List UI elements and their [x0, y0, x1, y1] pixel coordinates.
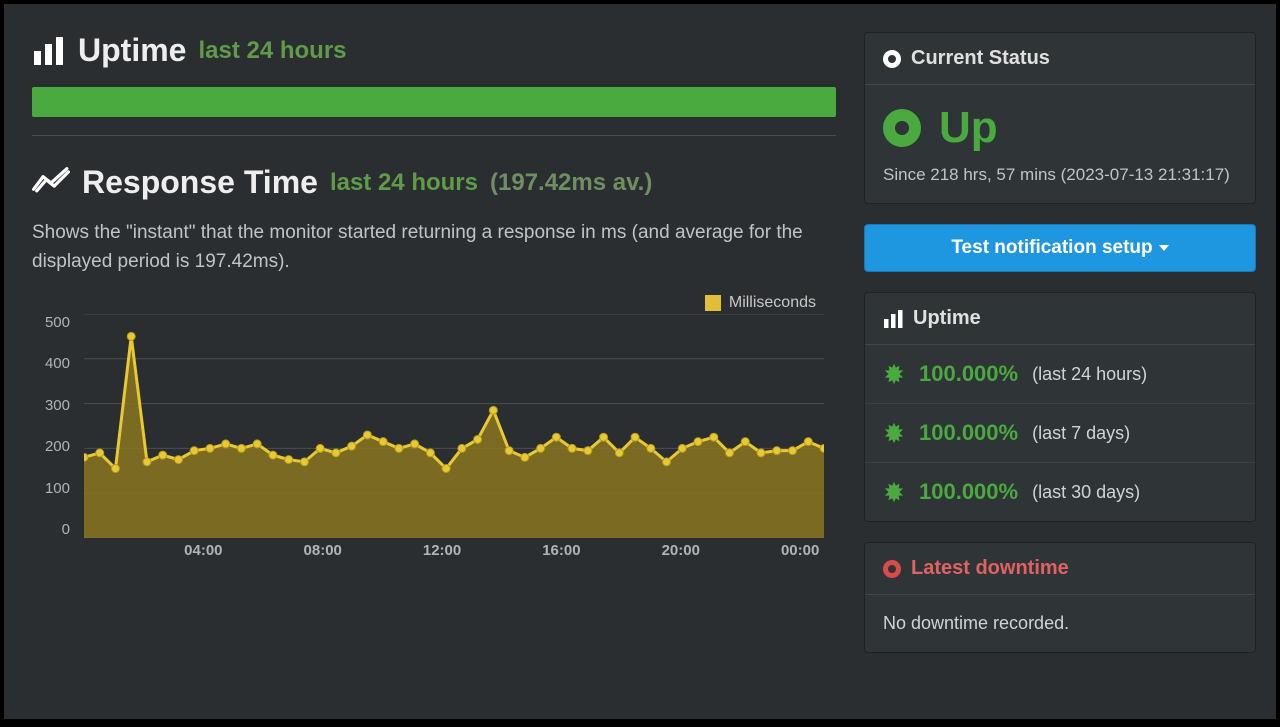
- downtime-panel: Latest downtime No downtime recorded.: [864, 542, 1256, 653]
- caret-down-icon: [1159, 245, 1169, 251]
- y-tick: 500: [32, 314, 70, 331]
- uptime-pct: 100.000%: [919, 361, 1018, 387]
- response-subtitle: last 24 hours: [330, 169, 478, 197]
- response-title-text: Response Time: [82, 164, 318, 201]
- current-status-panel: Current Status Up Since 218 hrs, 57 mins…: [864, 32, 1256, 204]
- y-tick: 0: [32, 521, 70, 538]
- status-row: Up: [865, 85, 1255, 159]
- response-avg: (197.42ms av.): [490, 169, 652, 197]
- uptime-panel-head-text: Uptime: [913, 307, 981, 330]
- legend-swatch: [705, 295, 721, 311]
- uptime-title-text: Uptime: [78, 32, 186, 69]
- response-description: Shows the "instant" that the monitor sta…: [32, 219, 832, 276]
- status-down-icon: [883, 560, 901, 578]
- uptime-pct-label: (last 7 days): [1032, 423, 1130, 444]
- x-tick: 04:00: [184, 542, 222, 559]
- y-tick: 200: [32, 438, 70, 455]
- status-icon: [883, 50, 901, 68]
- test-notification-button[interactable]: Test notification setup: [864, 224, 1256, 272]
- response-section-title: Response Time last 24 hours (197.42ms av…: [32, 164, 836, 201]
- uptime-row: 100.000% (last 7 days): [865, 404, 1255, 463]
- burst-icon: [883, 422, 905, 444]
- trend-icon: [32, 164, 70, 201]
- divider: [32, 135, 836, 136]
- downtime-head-text: Latest downtime: [911, 557, 1069, 580]
- x-tick: 12:00: [423, 542, 461, 559]
- y-tick: 300: [32, 397, 70, 414]
- status-state: Up: [939, 103, 998, 153]
- uptime-24h-bar: [32, 87, 836, 117]
- uptime-row: 100.000% (last 24 hours): [865, 345, 1255, 404]
- x-tick: 16:00: [542, 542, 580, 559]
- uptime-subtitle: last 24 hours: [198, 37, 346, 65]
- x-tick: 08:00: [304, 542, 342, 559]
- uptime-panel-head: Uptime: [865, 293, 1255, 345]
- current-status-head-text: Current Status: [911, 47, 1050, 70]
- current-status-head: Current Status: [865, 33, 1255, 85]
- downtime-panel-head: Latest downtime: [865, 543, 1255, 595]
- downtime-body: No downtime recorded.: [865, 595, 1255, 652]
- test-notification-label: Test notification setup: [951, 237, 1152, 259]
- x-tick: 20:00: [662, 542, 700, 559]
- bars-icon: [883, 310, 903, 328]
- x-tick: 00:00: [781, 542, 819, 559]
- uptime-section-title: Uptime last 24 hours: [32, 32, 836, 69]
- response-chart: 500 400 300 200 100 0 04:00 08:00 12:00 16:00 20:…: [32, 314, 836, 564]
- y-tick: 100: [32, 480, 70, 497]
- uptime-row: 100.000% (last 30 days): [865, 463, 1255, 521]
- burst-icon: [883, 363, 905, 385]
- status-dot-icon: [883, 109, 921, 147]
- burst-icon: [883, 481, 905, 503]
- bars-icon: [32, 37, 66, 65]
- uptime-pct: 100.000%: [919, 479, 1018, 505]
- uptime-panel: Uptime 100.000% (last 24 hours) 100.000%…: [864, 292, 1256, 522]
- uptime-pct-label: (last 30 days): [1032, 482, 1140, 503]
- status-since: Since 218 hrs, 57 mins (2023-07-13 21:31…: [865, 159, 1255, 203]
- uptime-pct-label: (last 24 hours): [1032, 364, 1147, 385]
- chart-legend: Milliseconds: [32, 294, 836, 312]
- legend-label: Milliseconds: [729, 294, 816, 312]
- y-tick: 400: [32, 355, 70, 372]
- uptime-pct: 100.000%: [919, 420, 1018, 446]
